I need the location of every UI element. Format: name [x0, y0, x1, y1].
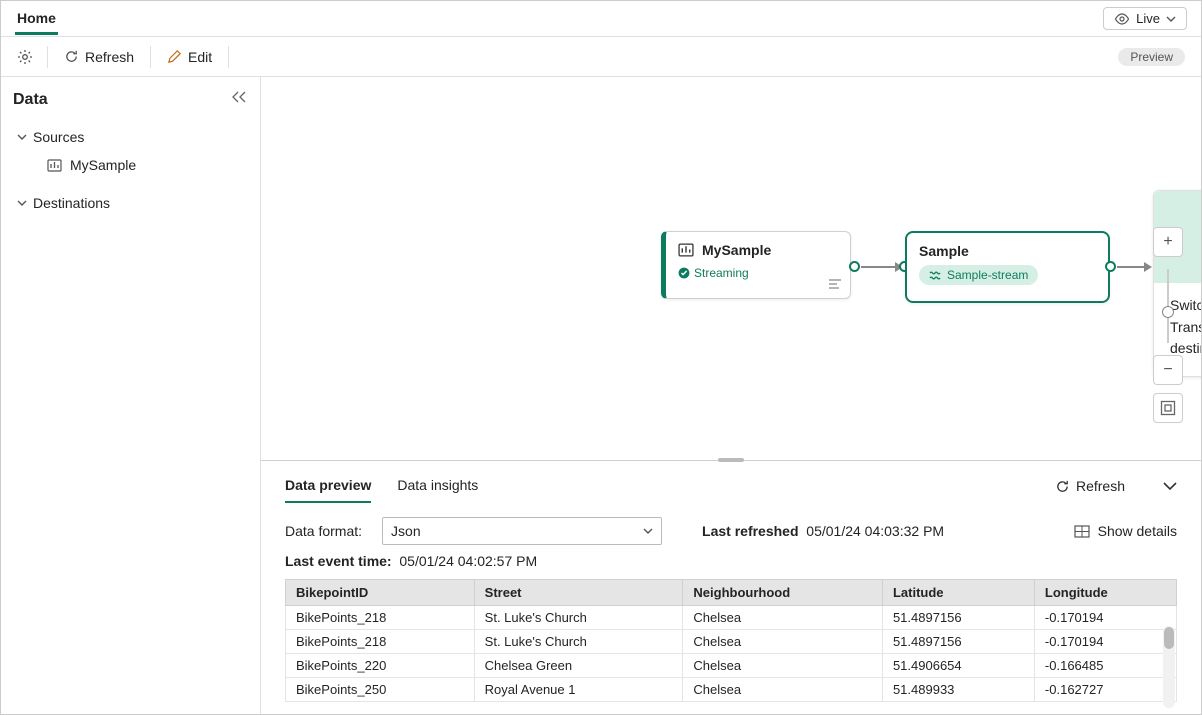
source-item-label: MySample [70, 157, 136, 173]
destinations-label: Destinations [33, 195, 110, 211]
chevron-double-left-icon [232, 91, 246, 103]
port-stream-out[interactable] [1105, 261, 1116, 272]
node-menu-button[interactable] [828, 278, 842, 290]
edit-button[interactable]: Edit [157, 43, 222, 71]
col-latitude[interactable]: Latitude [882, 580, 1034, 606]
menu-lines-icon [828, 278, 842, 290]
zoom-slider-thumb[interactable] [1162, 306, 1174, 318]
fit-screen-icon [1160, 400, 1176, 416]
minus-icon: − [1163, 361, 1172, 379]
tab-data-preview[interactable]: Data preview [285, 469, 371, 503]
show-details-button[interactable]: Show details [1074, 523, 1177, 539]
data-preview-panel: Data preview Data insights Refresh Data … [261, 460, 1201, 714]
col-longitude[interactable]: Longitude [1034, 580, 1176, 606]
chevron-down-icon [17, 134, 27, 140]
scrollbar-thumb[interactable] [1164, 627, 1174, 649]
eye-icon [1114, 13, 1130, 25]
table-row[interactable]: BikePoints_220Chelsea GreenChelsea51.490… [286, 654, 1177, 678]
last-refreshed-value: 05/01/24 04:03:32 PM [806, 523, 944, 539]
refresh-icon [64, 49, 79, 64]
chevron-down-icon [643, 528, 653, 534]
destinations-tree-node[interactable]: Destinations [13, 189, 248, 217]
sample-data-icon [47, 159, 62, 172]
data-sidebar: Data Sources MySample Destinations [1, 77, 261, 714]
node-source-title: MySample [702, 242, 771, 258]
col-neighbourhood[interactable]: Neighbourhood [683, 580, 883, 606]
last-event-label: Last event time: [285, 553, 392, 569]
tab-home[interactable]: Home [15, 2, 58, 35]
preview-pill: Preview [1118, 48, 1185, 66]
refresh-button[interactable]: Refresh [54, 43, 144, 71]
fit-to-screen-button[interactable] [1153, 393, 1183, 423]
collapse-preview-button[interactable] [1163, 482, 1177, 491]
sources-tree-node[interactable]: Sources [13, 123, 248, 151]
edit-label: Edit [188, 49, 212, 65]
stream-pill[interactable]: Sample-stream [919, 265, 1038, 285]
chevron-down-icon [1166, 16, 1176, 22]
connector-stream-to-dest [1117, 266, 1145, 268]
data-format-value: Json [391, 523, 421, 539]
zoom-out-button[interactable]: − [1153, 355, 1183, 385]
arrow-head-icon [1144, 262, 1152, 272]
preview-refresh-label: Refresh [1076, 478, 1125, 494]
show-details-label: Show details [1098, 523, 1177, 539]
table-row[interactable]: BikePoints_218St. Luke's ChurchChelsea51… [286, 630, 1177, 654]
data-format-label: Data format: [285, 523, 362, 539]
table-row[interactable]: BikePoints_218St. Luke's ChurchChelsea51… [286, 606, 1177, 630]
connector-source-to-stream [861, 266, 896, 268]
table-scrollbar[interactable] [1163, 626, 1175, 708]
stream-pill-label: Sample-stream [947, 268, 1028, 282]
preview-refresh-button[interactable]: Refresh [1055, 478, 1125, 494]
check-circle-icon [678, 267, 690, 279]
refresh-icon [1055, 479, 1070, 494]
col-bikepointid[interactable]: BikepointID [286, 580, 475, 606]
refresh-label: Refresh [85, 49, 134, 65]
chevron-down-icon [17, 200, 27, 206]
sidebar-title: Data [13, 91, 248, 109]
col-street[interactable]: Street [474, 580, 683, 606]
last-refreshed-label: Last refreshed [702, 523, 798, 539]
last-event-value: 05/01/24 04:02:57 PM [399, 553, 537, 569]
plus-icon: + [1163, 233, 1172, 251]
zoom-in-button[interactable]: + [1153, 227, 1183, 257]
sample-data-icon [678, 243, 694, 257]
node-source-mysample[interactable]: MySample Streaming [661, 231, 851, 299]
node-source-status: Streaming [694, 266, 749, 280]
collapse-sidebar-button[interactable] [232, 91, 246, 103]
node-stream-title: Sample [919, 243, 1096, 259]
table-row[interactable]: BikePoints_250Royal Avenue 1Chelsea51.48… [286, 678, 1177, 702]
settings-button[interactable] [9, 43, 41, 71]
port-source-out[interactable] [849, 261, 860, 272]
pipeline-canvas[interactable]: MySample Streaming Sample S [261, 77, 1201, 460]
stream-icon [929, 270, 942, 281]
pencil-icon [167, 49, 182, 64]
source-item-mysample[interactable]: MySample [13, 151, 248, 179]
tab-data-insights[interactable]: Data insights [397, 469, 478, 503]
live-mode-label: Live [1136, 11, 1160, 26]
details-icon [1074, 525, 1090, 538]
sources-label: Sources [33, 129, 84, 145]
data-preview-table: BikepointID Street Neighbourhood Latitud… [285, 579, 1177, 702]
chevron-down-icon [1163, 482, 1177, 491]
node-stream-sample[interactable]: Sample Sample-stream [905, 231, 1110, 303]
panel-resize-handle[interactable] [718, 458, 744, 462]
zoom-slider[interactable] [1167, 269, 1169, 343]
gear-icon [17, 49, 33, 65]
live-mode-dropdown[interactable]: Live [1103, 7, 1187, 30]
data-format-select[interactable]: Json [382, 517, 662, 545]
